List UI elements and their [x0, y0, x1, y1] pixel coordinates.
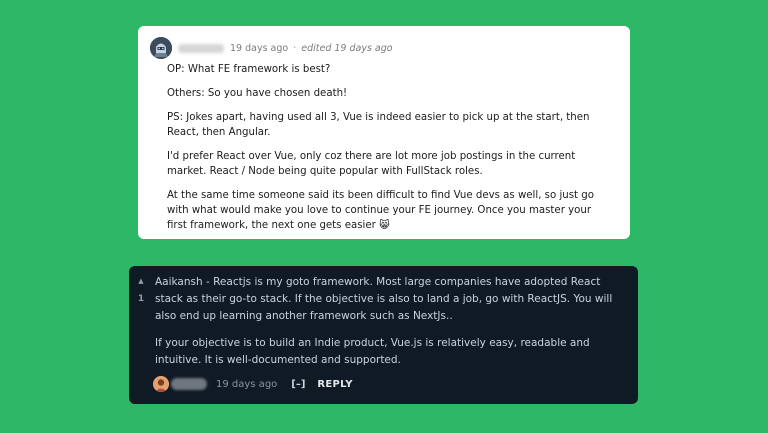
- comment-paragraph: Aaikansh - Reactjs is my goto framework.…: [155, 276, 613, 322]
- comment-paragraph: I'd prefer React over Vue, only coz ther…: [167, 151, 576, 177]
- light-comment-card: 19 days ago · edited 19 days ago OP: Wha…: [138, 26, 630, 239]
- collapse-button[interactable]: [–]: [291, 379, 305, 390]
- comment-paragraph: OP: What FE framework is best?: [167, 64, 331, 75]
- light-comment-header: 19 days ago · edited 19 days ago: [150, 37, 614, 59]
- avatar[interactable]: [153, 376, 169, 392]
- dark-comment-body: Aaikansh - Reactjs is my goto framework.…: [155, 274, 625, 379]
- username-redacted[interactable]: [171, 378, 207, 390]
- comment-paragraph: PS: Jokes apart, having used all 3, Vue …: [167, 112, 590, 138]
- comment-timestamp[interactable]: 19 days ago: [230, 43, 288, 54]
- username-redacted[interactable]: [178, 43, 224, 53]
- comment-paragraph: If your objective is to build an Indie p…: [155, 337, 590, 366]
- comment-paragraph: Others: So you have chosen death!: [167, 88, 348, 99]
- light-comment-body: OP: What FE framework is best? Others: S…: [167, 62, 614, 233]
- comment-timestamp[interactable]: 19 days ago: [216, 379, 277, 390]
- dark-comment-card: ▲ 1 Aaikansh - Reactjs is my goto framew…: [129, 266, 638, 404]
- reply-button[interactable]: REPLY: [317, 379, 352, 390]
- dark-comment-footer: 19 days ago [–] REPLY: [153, 376, 353, 392]
- avatar-icon: [150, 37, 172, 59]
- comment-paragraph: At the same time someone said its been d…: [167, 190, 594, 231]
- meta-separator: ·: [293, 42, 297, 54]
- upvote-icon[interactable]: ▲: [135, 276, 147, 286]
- vote-count: 1: [137, 294, 145, 304]
- vote-column: ▲ 1: [135, 276, 147, 304]
- avatar-icon: [153, 376, 169, 392]
- edited-label: edited 19 days ago: [301, 42, 393, 54]
- avatar[interactable]: [150, 37, 172, 59]
